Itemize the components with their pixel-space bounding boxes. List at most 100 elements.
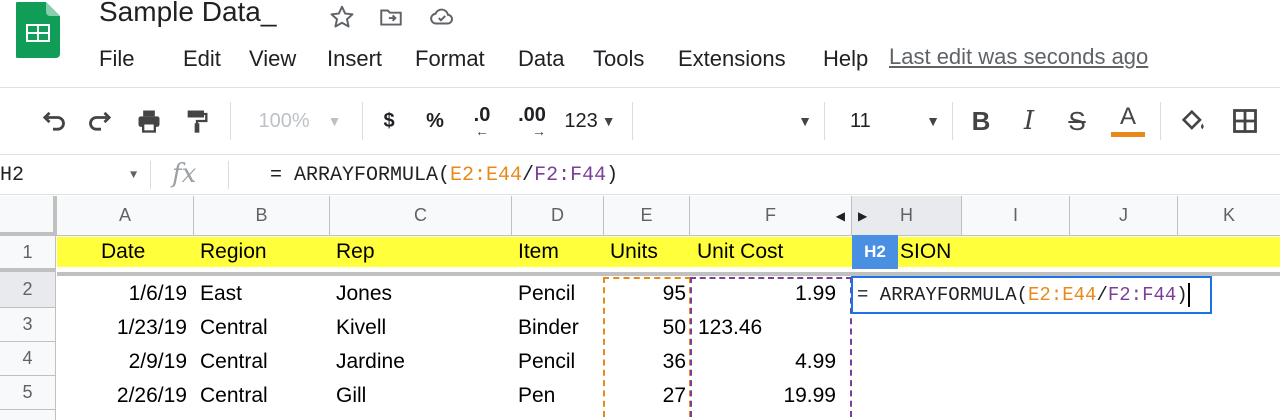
cloud-saved-icon[interactable] [429,4,455,30]
menu-extensions[interactable]: Extensions [678,46,823,72]
cell-a3[interactable]: 1/23/19 [57,311,187,345]
chevron-down-icon: ▼ [601,113,616,129]
cell-reference-tag: H2 [852,235,898,269]
menu-tools[interactable]: Tools [593,46,678,72]
print-icon[interactable] [132,88,166,154]
cell-b4[interactable]: Central [200,345,268,379]
column-header-e[interactable]: E [604,196,690,236]
undo-icon[interactable] [36,88,70,154]
cell-c2[interactable]: Jones [336,277,392,311]
star-icon[interactable] [329,4,355,30]
bold-button[interactable]: B [966,88,996,154]
decrease-decimal-button[interactable]: .0 ← [464,88,500,154]
header-units[interactable]: Units [610,235,658,269]
hidden-column-right-arrow-icon[interactable]: ▶ [858,209,867,223]
spreadsheet-grid: A B C D E F ◀ ▶ H I J K 1 2 3 4 5 Date Reg… [0,196,1280,420]
header-region[interactable]: Region [200,235,267,269]
column-header-d[interactable]: D [512,196,604,236]
editor-range-1: E2:E44 [1028,284,1097,306]
menu-help[interactable]: Help [823,46,868,72]
row-header-4[interactable]: 4 [0,342,56,376]
more-formats-select[interactable]: 123 ▼ [560,88,620,154]
format-currency-button[interactable]: $ [374,88,404,154]
font-size-select[interactable]: 11 ▼ [840,88,940,154]
increase-decimal-label: .00 [518,104,546,126]
menu-data[interactable]: Data [518,46,593,72]
name-box[interactable]: H2 ▼ [0,155,150,195]
menu-file[interactable]: File [99,46,183,72]
cell-a4[interactable]: 2/9/19 [57,345,187,379]
range-highlight-f [690,277,852,417]
select-all-corner[interactable] [0,196,57,236]
header-date[interactable]: Date [101,235,145,269]
italic-button[interactable]: I [1014,88,1044,154]
cell-c4[interactable]: Jardine [336,345,405,379]
move-to-folder-icon[interactable] [378,4,404,30]
hidden-column-left-arrow-icon[interactable]: ◀ [836,209,845,223]
formula-bar: H2 ▼ fx = ARRAYFORMULA(E2:E44/F2:F44) [0,155,1280,195]
column-header-j[interactable]: J [1070,196,1178,236]
redo-icon[interactable] [84,88,118,154]
column-header-i[interactable]: I [962,196,1070,236]
strikethrough-button[interactable]: S [1062,88,1092,154]
column-header-f[interactable]: F ◀ [690,196,852,236]
cell-b5[interactable]: Central [200,379,268,413]
cell-b3[interactable]: Central [200,311,268,345]
borders-icon[interactable] [1228,88,1262,154]
cell-d5[interactable]: Pen [518,379,555,413]
cell-d3[interactable]: Binder [518,311,579,345]
column-header-b[interactable]: B [194,196,330,236]
row-header-6[interactable] [0,410,56,420]
formula-prefix: = ARRAYFORMULA( [270,163,451,187]
header-item[interactable]: Item [518,235,559,269]
formula-input[interactable]: = ARRAYFORMULA(E2:E44/F2:F44) [270,155,618,195]
header-unit-cost[interactable]: Unit Cost [697,235,783,269]
header-rep[interactable]: Rep [336,235,375,269]
fill-color-icon[interactable] [1176,88,1210,154]
italic-icon: I [1023,106,1035,136]
active-cell-editor[interactable]: = ARRAYFORMULA(E2:E44/F2:F44) [851,276,1212,314]
row-header-3[interactable]: 3 [0,308,56,342]
header-h[interactable]: H2 SION [852,235,951,269]
document-title[interactable]: Sample Data_ [99,0,276,28]
arrow-right-icon: → [532,123,546,139]
row-header-2[interactable]: 2 [0,272,56,308]
zoom-select[interactable]: 100% ▼ [248,88,352,154]
editor-range-2: F2:F44 [1107,284,1177,306]
last-edit-link[interactable]: Last edit was seconds ago [889,44,1148,70]
row-header-1[interactable]: 1 [0,236,56,272]
column-header-c[interactable]: C [330,196,512,236]
cell-b2[interactable]: East [200,277,242,311]
cell-d2[interactable]: Pencil [518,277,575,311]
chevron-down-icon: ▼ [130,168,138,182]
column-header-k[interactable]: K [1178,196,1280,236]
menu-format[interactable]: Format [415,46,518,72]
paint-format-icon[interactable] [180,88,214,154]
menu-edit[interactable]: Edit [183,46,249,72]
cell-a2[interactable]: 1/6/19 [57,277,187,311]
toolbar: 100% ▼ $ % .0 ← .00 → 123 ▼ ▼ 11 ▼ B I S… [0,87,1280,155]
cell-a5[interactable]: 2/26/19 [57,379,187,413]
cell-c3[interactable]: Kivell [336,311,386,345]
cell-d4[interactable]: Pencil [518,345,575,379]
column-h-label: H [900,205,913,225]
percent-label: % [426,109,444,132]
toolbar-divider [952,102,953,140]
cell-c5[interactable]: Gill [336,379,366,413]
font-family-select[interactable]: ▼ [640,88,812,154]
editor-suffix: ) [1176,284,1188,306]
column-header-a[interactable]: A [57,196,194,236]
chevron-down-icon: ▼ [926,113,940,129]
increase-decimal-button[interactable]: .00 → [512,88,552,154]
text-color-swatch [1111,132,1145,137]
menu-insert[interactable]: Insert [327,46,415,72]
toolbar-divider [632,102,633,140]
sheets-logo-icon[interactable] [16,0,64,60]
text-color-button[interactable]: A [1110,88,1146,154]
menu-view[interactable]: View [249,46,327,72]
column-header-h[interactable]: ▶ H [852,196,962,236]
format-percent-button[interactable]: % [420,88,450,154]
name-box-value: H2 [0,163,25,187]
editor-prefix: = ARRAYFORMULA( [857,284,1029,306]
row-header-5[interactable]: 5 [0,376,56,410]
